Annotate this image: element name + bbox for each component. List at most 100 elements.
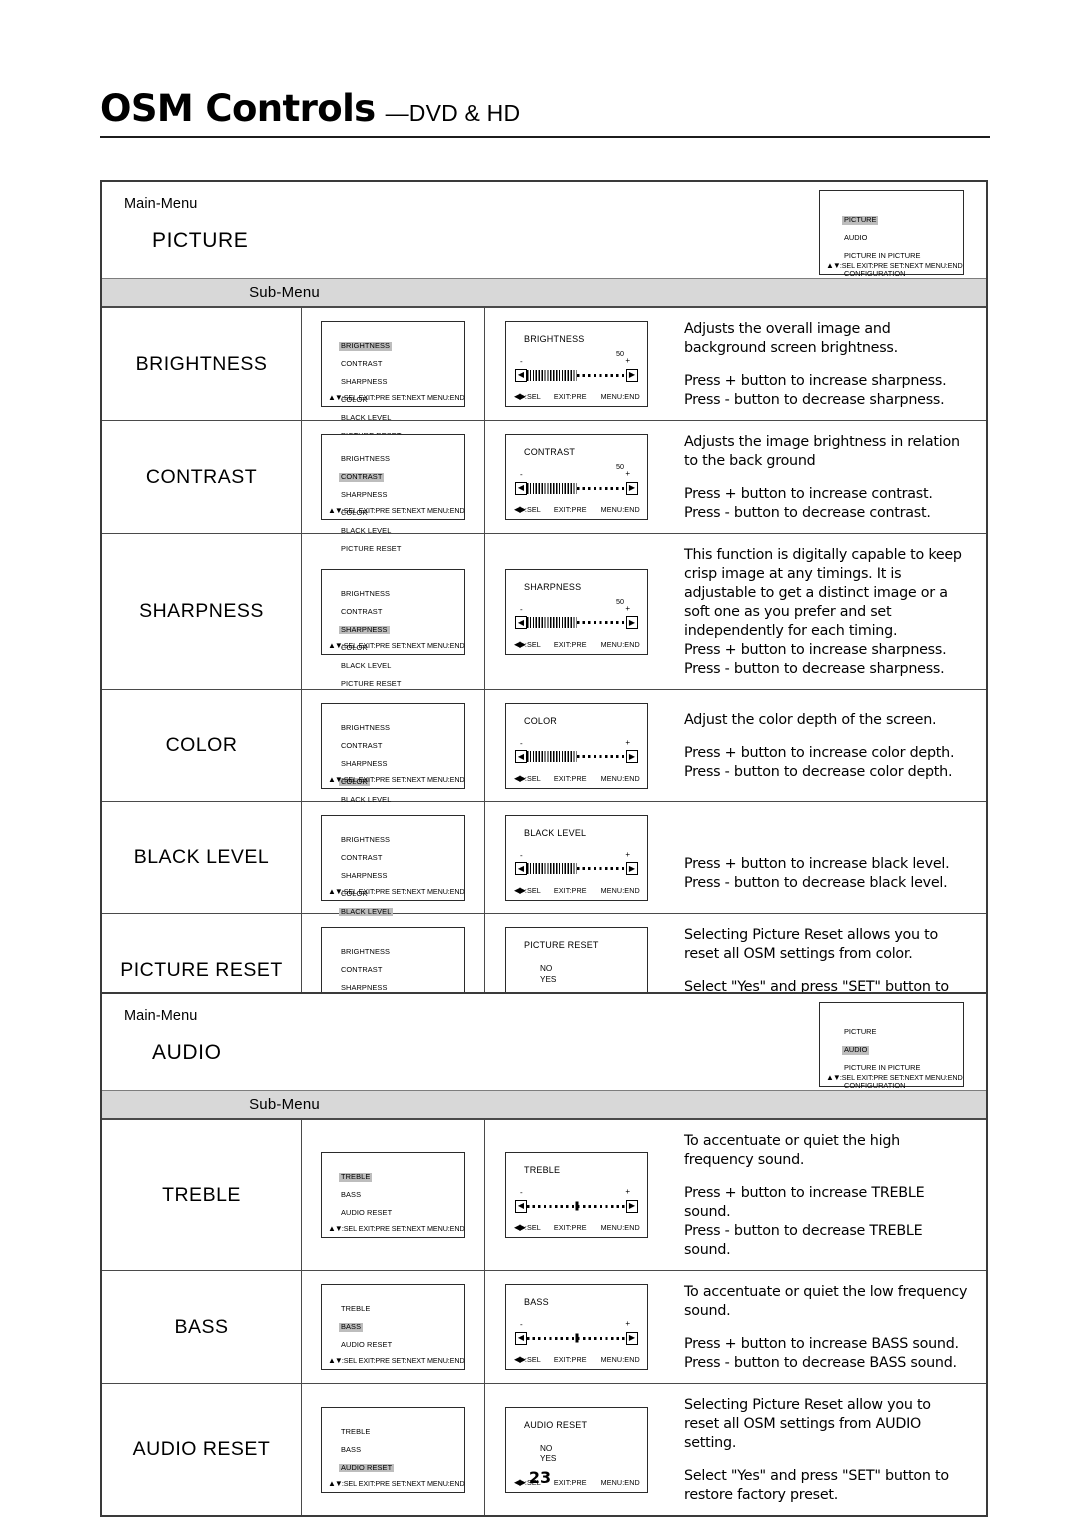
osm-menu-item[interactable]: PICTURE RESET (339, 679, 403, 689)
osm-plus-label: + (625, 603, 630, 613)
slider-increase-button[interactable]: ▶ (626, 1199, 638, 1213)
osm-menu-item-selected[interactable]: TREBLE (339, 1172, 373, 1182)
osm-menu-item[interactable]: CONTRAST (339, 359, 384, 369)
main-menu-item[interactable]: PICTURE IN PICTURE (842, 1063, 922, 1073)
osm-slider[interactable]: ◀ ▶ (515, 750, 638, 764)
slider-track[interactable] (527, 1201, 626, 1212)
osm-item-list: BRIGHTNESSCONTRASTSHARPNESSCOLORBLACK LE… (339, 717, 403, 825)
osm-menu-item[interactable]: SHARPNESS (339, 759, 390, 769)
osm-submenu-screen[interactable]: BRIGHTNESSCONTRASTSHARPNESSCOLORBLACK LE… (321, 321, 465, 440)
osm-menu-item[interactable]: BLACK LEVEL (339, 526, 393, 536)
slider-track[interactable] (527, 369, 626, 381)
osm-menu-item[interactable]: AUDIO RESET (339, 1340, 394, 1350)
slider-decrease-button[interactable]: ◀ (515, 481, 527, 495)
osm-menu-item-selected[interactable]: BLACK LEVEL (339, 907, 394, 917)
osm-menu-item[interactable]: BLACK LEVEL (339, 413, 393, 423)
slider-increase-button[interactable]: ▶ (626, 750, 638, 763)
osm-slider[interactable]: ◀ ▶ (515, 368, 638, 382)
osm-footer-menu: MENU:END (600, 773, 640, 783)
osm-menu-item-selected[interactable]: BRIGHTNESS (339, 341, 393, 351)
osm-submenu-screen[interactable]: BRIGHTNESSCONTRASTSHARPNESSCOLORBLACK LE… (321, 568, 465, 687)
osm-submenu-screen[interactable]: TREBLE BASS AUDIO RESET ▲▼:SEL EXIT:PRE SET… (321, 1284, 465, 1370)
slider-track[interactable] (527, 617, 626, 628)
osm-submenu-screen[interactable]: BRIGHTNESSCONTRASTSHARPNESSCOLORBLACK LE… (321, 702, 465, 821)
osm-menu-item[interactable]: PICTURE RESET (339, 544, 403, 554)
osm-value-screen[interactable]: COLOR - + ◀ ▶ ◀▶:SEL EXIT:PRE MENU:END (505, 702, 648, 789)
osm-choice-no[interactable]: NO (540, 1444, 556, 1455)
main-menu-item-selected[interactable]: AUDIO (842, 1045, 870, 1055)
slider-track[interactable] (527, 751, 626, 762)
slider-decrease-button[interactable]: ◀ (515, 862, 527, 875)
osm-menu-item[interactable]: AUDIO RESET (339, 1208, 394, 1218)
main-menu-osm-screen[interactable]: PICTURE AUDIO PICTURE IN PICTURE CONFIGURAT… (819, 190, 964, 278)
main-menu-item[interactable]: AUDIO (842, 233, 869, 243)
main-menu-item-selected[interactable]: PICTURE (842, 215, 879, 225)
osm-menu-item[interactable]: SHARPNESS (339, 490, 390, 500)
osm-submenu-screen[interactable]: BRIGHTNESSCONTRASTSHARPNESSCOLORBLACK LE… (321, 434, 465, 553)
osm-menu-item-selected[interactable]: SHARPNESS (339, 625, 390, 635)
osm-value-screen[interactable]: CONTRAST 50- + ◀ ▶ ◀▶:SEL EXIT:PRE MENU:END (505, 434, 648, 520)
slider-track[interactable] (527, 863, 626, 874)
osm-value-screen[interactable]: SHARPNESS 50- + ◀ ▶ ◀▶:SEL EXIT:PRE MENU:END (505, 568, 648, 655)
slider-decrease-button[interactable]: ◀ (515, 616, 527, 629)
slider-remainder-dots (576, 867, 626, 870)
row-description-cell: Adjust the color depth of the screen. Pre… (668, 690, 986, 801)
osm-footer-text: :SEL EXIT:PRE SET:NEXT MENU:END (341, 506, 465, 515)
osm-menu-item[interactable]: BRIGHTNESS (339, 589, 392, 599)
slider-track[interactable] (527, 1333, 626, 1344)
slider-track[interactable] (527, 482, 626, 494)
osm-menu-item[interactable]: SHARPNESS (339, 871, 390, 881)
osm-menu-item[interactable]: TREBLE (339, 1427, 372, 1437)
main-menu-item[interactable]: CONFIGURATION (842, 1081, 907, 1091)
osm-choice-no[interactable]: NO (540, 964, 556, 975)
osm-menu-item[interactable]: SHARPNESS (339, 377, 390, 387)
osm-value-screen[interactable]: BASS - + ◀ ▶ ◀▶:SEL EXIT:PRE MENU:END (505, 1284, 648, 1370)
osm-choice-yes[interactable]: YES (540, 975, 556, 986)
osm-menu-item[interactable]: CONTRAST (339, 853, 384, 863)
osm-menu-item[interactable]: BRIGHTNESS (339, 835, 392, 845)
osm-submenu-screen[interactable]: TREBLE BASS AUDIO RESET ▲▼:SEL EXIT:PRE SET… (321, 1152, 465, 1238)
slider-decrease-button[interactable]: ◀ (515, 750, 527, 763)
osm-menu-item[interactable]: CONTRAST (339, 965, 384, 975)
osm-footer-sel: :SEL (524, 885, 541, 895)
main-menu-osm-screen[interactable]: PICTURE AUDIO PICTURE IN PICTURE CONFIGURAT… (819, 1002, 964, 1090)
osm-menu-item[interactable]: BLACK LEVEL (339, 661, 393, 671)
osm-slider[interactable]: ◀ ▶ (515, 481, 638, 495)
osm-slider[interactable]: ◀ ▶ (515, 1331, 638, 1345)
slider-decrease-button[interactable]: ◀ (515, 1331, 527, 1345)
slider-increase-button[interactable]: ▶ (626, 481, 638, 495)
osm-submenu-screen[interactable]: BRIGHTNESSCONTRASTSHARPNESSCOLORBLACK LE… (321, 814, 465, 933)
osm-menu-item[interactable]: BASS (339, 1190, 363, 1200)
osm-menu-item[interactable]: BASS (339, 1445, 363, 1455)
slider-increase-button[interactable]: ▶ (626, 616, 638, 629)
osm-value-screen[interactable]: TREBLE - + ◀ ▶ ◀▶:SEL EXIT:PRE MENU:END (505, 1152, 648, 1238)
main-menu-item[interactable]: PICTURE (842, 1027, 878, 1037)
main-menu-item[interactable]: PICTURE IN PICTURE (842, 251, 922, 261)
osm-value-screen[interactable]: BRIGHTNESS 50- + ◀ ▶ ◀▶:SEL EXIT:PRE MENU:END (505, 321, 648, 407)
osm-footer-menu: MENU:END (600, 505, 640, 514)
osm-menu-item[interactable]: BRIGHTNESS (339, 723, 392, 733)
slider-increase-button[interactable]: ▶ (626, 368, 638, 382)
osm-value-screen[interactable]: BLACK LEVEL - + ◀ ▶ ◀▶:SEL EXIT:PRE MENU:END (505, 814, 648, 901)
osm-value-footer: ◀▶:SEL EXIT:PRE MENU:END (514, 773, 640, 783)
osm-choice-yes[interactable]: YES (540, 1454, 556, 1465)
main-menu-name: PICTURE (152, 229, 249, 252)
osm-menu-item[interactable]: BLACK LEVEL (339, 795, 393, 805)
slider-increase-button[interactable]: ▶ (626, 1331, 638, 1345)
osm-slider[interactable]: ◀ ▶ (515, 616, 638, 630)
row-name-brightness: BRIGHTNESS (102, 308, 302, 420)
slider-decrease-button[interactable]: ◀ (515, 368, 527, 382)
osm-menu-item[interactable]: BRIGHTNESS (339, 454, 392, 464)
slider-decrease-button[interactable]: ◀ (515, 1199, 527, 1213)
osm-menu-item[interactable]: CONTRAST (339, 607, 384, 617)
osm-menu-item[interactable]: TREBLE (339, 1304, 372, 1314)
slider-increase-button[interactable]: ▶ (626, 862, 638, 875)
main-menu-item[interactable]: CONFIGURATION (842, 269, 907, 279)
osm-slider[interactable]: ◀ ▶ (515, 1199, 638, 1213)
osm-menu-item[interactable]: BRIGHTNESS (339, 947, 392, 957)
osm-section-audio: Main-Menu AUDIO PICTURE AUDIO PICTURE IN PIC… (100, 992, 988, 1517)
osm-slider[interactable]: ◀ ▶ (515, 862, 638, 876)
osm-menu-item[interactable]: CONTRAST (339, 741, 384, 751)
osm-menu-item-selected[interactable]: BASS (339, 1322, 364, 1332)
osm-menu-item-selected[interactable]: CONTRAST (339, 472, 385, 482)
